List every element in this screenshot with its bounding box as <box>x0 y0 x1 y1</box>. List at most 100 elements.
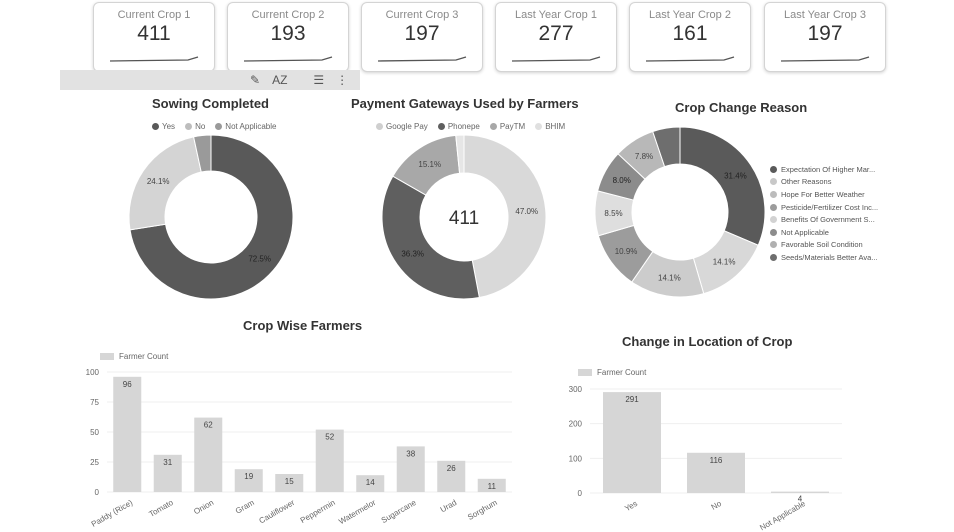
donut-slice <box>631 250 705 298</box>
bar <box>356 475 385 492</box>
legend-item: Pesticide/Fertilizer Cost Inc... <box>770 201 878 214</box>
bar <box>234 469 263 492</box>
bar-value-label: 14 <box>366 478 375 487</box>
x-tick-label: Gram <box>234 498 256 516</box>
legend-swatch <box>100 353 114 360</box>
legend-swatch <box>185 123 193 130</box>
y-tick-label: 25 <box>90 458 99 467</box>
kpi-card-current-crop-2[interactable]: Current Crop 2 193 <box>227 2 349 72</box>
x-tick-label: Cauliflower <box>257 498 296 526</box>
bar <box>194 417 223 492</box>
legend-swatch <box>376 123 383 130</box>
y-tick-label: 300 <box>569 385 583 394</box>
legend-swatch <box>489 123 497 130</box>
bar-value-label: 19 <box>244 472 253 481</box>
bar-value-label: 62 <box>204 421 213 430</box>
bar-value-label: 15 <box>285 477 294 486</box>
slice-value-label: 72.5% <box>248 255 271 264</box>
legend-item: No <box>185 122 205 131</box>
kpi-card-last-year-crop-1[interactable]: Last Year Crop 1 277 <box>495 2 617 72</box>
kpi-label: Last Year Crop 2 <box>649 9 731 21</box>
legend-swatch <box>770 165 777 173</box>
kpi-sparkline <box>243 56 333 62</box>
legend-swatch <box>770 178 777 186</box>
legend-label: Pesticide/Fertilizer Cost Inc... <box>781 202 879 212</box>
x-tick-label: Yes <box>623 499 639 513</box>
legend-swatch <box>770 253 777 261</box>
kpi-card-last-year-crop-2[interactable]: Last Year Crop 2 161 <box>629 2 751 72</box>
x-tick-label: Onion <box>192 498 215 516</box>
legend-payment-gateways: Google Pay Phonepe PayTM BHIM <box>376 122 565 131</box>
sort-az-button[interactable]: AZ <box>272 73 287 87</box>
x-tick-label: Urad <box>439 498 459 514</box>
x-tick-label: Watermelor <box>337 498 377 526</box>
legend-item: BHIM <box>535 122 565 131</box>
donut-slice <box>129 134 294 300</box>
legend-label: Phonepe <box>447 122 480 131</box>
bar <box>771 491 829 493</box>
legend-label: Not Applicable <box>781 227 829 237</box>
bar-value-label: 31 <box>163 458 172 467</box>
legend-label: Farmer Count <box>119 352 169 361</box>
legend-label: No <box>195 122 206 131</box>
bar <box>437 460 466 492</box>
kpi-sparkline <box>511 56 601 62</box>
edit-pencil-icon[interactable]: ✎ <box>250 73 260 87</box>
legend-swatch <box>770 190 777 198</box>
legend-label: PayTM <box>499 122 526 131</box>
bar <box>153 454 182 492</box>
slice-value-label: 14.1% <box>713 258 736 267</box>
bar <box>477 478 506 492</box>
kpi-value: 277 <box>538 22 574 45</box>
chart-toolbar: ✎ AZ ☰ ⋮ <box>250 70 348 90</box>
chart-title-change-in-location: Change in Location of Crop <box>622 334 793 349</box>
kpi-label: Current Crop 3 <box>385 9 459 21</box>
kpi-sparkline <box>780 56 870 62</box>
x-tick-label: Paddy (Rice) <box>90 498 135 529</box>
legend-label: Expectation Of Higher Mar... <box>781 164 876 174</box>
x-tick-label: No <box>710 499 724 512</box>
legend-item: Google Pay <box>376 122 428 131</box>
donut-slice <box>652 126 681 168</box>
donut-slice <box>594 190 635 237</box>
chart-title-crop-wise-farmers: Crop Wise Farmers <box>243 318 363 333</box>
kpi-sparkline <box>645 56 735 62</box>
legend-label: Benefits Of Government S... <box>781 215 875 225</box>
donut-slice <box>463 134 547 299</box>
legend-swatch <box>770 228 777 236</box>
more-options-icon[interactable]: ⋮ <box>336 73 348 87</box>
donut-slice <box>381 175 480 300</box>
slice-value-label: 14.1% <box>658 274 681 283</box>
bar <box>603 392 661 493</box>
legend-sowing-completed: Yes No Not Applicable <box>152 122 276 131</box>
slice-value-label: 8.0% <box>613 176 631 185</box>
filter-icon[interactable]: ☰ <box>313 73 324 87</box>
donut-slice <box>455 134 465 174</box>
kpi-card-last-year-crop-3[interactable]: Last Year Crop 3 197 <box>764 2 886 72</box>
legend-swatch <box>770 203 777 211</box>
bar-value-label: 96 <box>123 380 132 389</box>
legend-label: Yes <box>162 122 176 131</box>
slice-value-label: 24.1% <box>147 177 170 186</box>
donut-slice <box>692 230 759 295</box>
legend-item: Benefits Of Government S... <box>770 213 878 226</box>
legend-label: Not Applicable <box>225 122 277 131</box>
legend-label: Other Reasons <box>781 177 832 187</box>
slice-value-label: 10.9% <box>615 247 638 256</box>
legend-swatch <box>437 123 445 130</box>
slice-value-label: 47.0% <box>515 207 538 216</box>
y-tick-label: 100 <box>569 454 583 463</box>
legend-swatch <box>535 123 543 130</box>
bar <box>315 429 344 492</box>
legend-swatch <box>770 241 777 249</box>
legend-label: BHIM <box>545 122 566 131</box>
kpi-card-current-crop-3[interactable]: Current Crop 3 197 <box>361 2 483 72</box>
chart-title-payment-gateways: Payment Gateways Used by Farmers <box>351 96 579 111</box>
legend-item: Expectation Of Higher Mar... <box>770 163 878 176</box>
slice-value-label: 8.5% <box>604 209 622 218</box>
kpi-label: Last Year Crop 3 <box>784 9 866 21</box>
kpi-card-current-crop-1[interactable]: Current Crop 1 411 <box>93 2 215 72</box>
legend-item: Not Applicable <box>215 122 276 131</box>
x-tick-label: Sugarcane <box>380 498 418 525</box>
bar <box>275 474 304 492</box>
